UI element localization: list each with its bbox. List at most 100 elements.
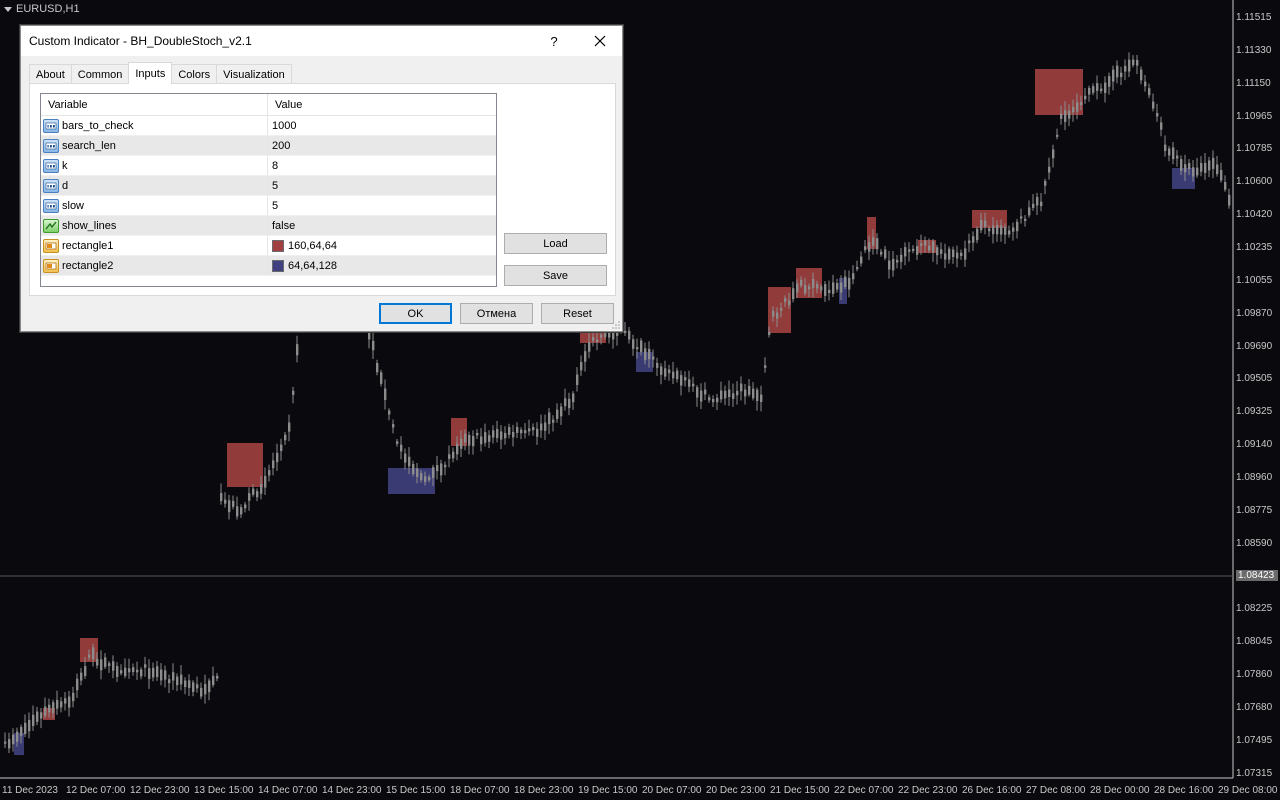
variable-cell: rectangle1: [41, 236, 268, 255]
time-tick-label: 22 Dec 23:00: [898, 785, 958, 796]
variable-cell: show_lines: [41, 216, 268, 235]
price-tick-label: 1.09325: [1236, 406, 1273, 418]
value-cell[interactable]: 160,64,64: [268, 236, 496, 255]
current-price-label: 1.08423: [1236, 570, 1278, 581]
price-tick-label: 1.11330: [1236, 44, 1272, 56]
time-tick-label: 28 Dec 16:00: [1154, 785, 1214, 796]
price-tick-label: 1.10965: [1236, 110, 1273, 122]
variable-name: search_len: [62, 139, 116, 152]
cancel-button[interactable]: Отмена: [460, 303, 533, 324]
variable-name: bars_to_check: [62, 119, 134, 132]
time-tick-label: 22 Dec 07:00: [834, 785, 894, 796]
dialog-titlebar[interactable]: Custom Indicator - BH_DoubleStoch_v2.1 ?: [21, 26, 622, 56]
price-tick-label: 1.10055: [1236, 274, 1273, 286]
variable-name: d: [62, 179, 69, 192]
time-tick-label: 14 Dec 07:00: [258, 785, 318, 796]
tab-visualization[interactable]: Visualization: [216, 64, 292, 84]
price-tick-label: 1.07680: [1236, 701, 1273, 713]
color-swatch[interactable]: [272, 239, 284, 252]
variable-name: rectangle2: [62, 259, 114, 272]
time-tick-label: 20 Dec 23:00: [706, 785, 766, 796]
variable-value: false: [272, 219, 296, 232]
variable-name: show_lines: [62, 219, 117, 232]
value-cell[interactable]: 1000: [268, 116, 496, 135]
indicator-dialog: Custom Indicator - BH_DoubleStoch_v2.1 ?…: [20, 25, 623, 332]
price-tick-label: 1.07495: [1236, 734, 1273, 746]
boolean-input-icon: [43, 218, 59, 233]
help-button[interactable]: ?: [532, 26, 576, 56]
price-tick-label: 1.08590: [1236, 537, 1273, 549]
value-cell[interactable]: 5: [268, 176, 496, 195]
resize-grip-icon[interactable]: [612, 321, 620, 329]
price-tick-label: 1.10785: [1236, 143, 1273, 155]
price-tick-label: 1.08775: [1236, 504, 1273, 516]
value-cell[interactable]: 5: [268, 196, 496, 215]
grid-body: bars_to_check 1000 search_len 200 k 8 d 5 slow 5 s…: [41, 116, 496, 276]
variable-value: 8: [272, 159, 279, 172]
column-header-variable[interactable]: Variable: [41, 94, 268, 115]
table-row[interactable]: search_len 200: [41, 136, 496, 156]
time-tick-label: 11 Dec 2023: [2, 785, 58, 796]
tab-colors[interactable]: Colors: [171, 64, 218, 84]
table-row[interactable]: show_lines false: [41, 216, 496, 236]
ok-button[interactable]: OK: [379, 303, 452, 324]
column-header-value[interactable]: Value: [268, 94, 496, 115]
close-button[interactable]: [578, 26, 622, 56]
variable-cell: rectangle2: [41, 256, 268, 275]
tab-about[interactable]: About: [29, 64, 72, 84]
value-cell[interactable]: 200: [268, 136, 496, 155]
price-tick-label: 1.10235: [1236, 241, 1273, 253]
price-tick-label: 1.07315: [1236, 767, 1273, 779]
variable-value: 64,64,128: [288, 259, 337, 272]
time-tick-label: 12 Dec 23:00: [130, 785, 190, 796]
color-swatch[interactable]: [272, 259, 284, 272]
price-tick-label: 1.09505: [1236, 373, 1273, 385]
reset-button[interactable]: Reset: [541, 303, 614, 324]
time-tick-label: 13 Dec 15:00: [194, 785, 254, 796]
symbol-label[interactable]: EURUSD,H1: [4, 3, 80, 15]
price-tick-label: 1.11150: [1236, 77, 1271, 89]
variable-cell: d: [41, 176, 268, 195]
value-cell[interactable]: 64,64,128: [268, 256, 496, 275]
table-row[interactable]: rectangle2 64,64,128: [41, 256, 496, 276]
time-tick-label: 26 Dec 16:00: [962, 785, 1022, 796]
variable-name: k: [62, 159, 68, 172]
price-tick-label: 1.07860: [1236, 669, 1273, 680]
price-tick-label: 1.08045: [1236, 636, 1273, 648]
time-tick-label: 21 Dec 15:00: [770, 785, 830, 796]
variable-value: 5: [272, 179, 279, 192]
time-tick-label: 29 Dec 08:00: [1218, 785, 1278, 796]
table-row[interactable]: d5: [41, 176, 496, 196]
save-button[interactable]: Save: [504, 265, 607, 286]
time-tick-label: 18 Dec 23:00: [514, 785, 574, 796]
time-tick-label: 20 Dec 07:00: [642, 785, 702, 796]
table-row[interactable]: k8: [41, 156, 496, 176]
symbol-text: EURUSD,H1: [16, 3, 80, 15]
tab-common[interactable]: Common: [70, 64, 130, 84]
tab-inputs[interactable]: Inputs: [128, 62, 173, 84]
variable-value: 160,64,64: [288, 239, 337, 252]
price-tick-label: 1.09870: [1236, 307, 1273, 319]
variable-cell: bars_to_check: [41, 116, 268, 135]
numeric-input-icon: [43, 178, 59, 193]
time-tick-label: 15 Dec 15:00: [386, 785, 446, 796]
table-row[interactable]: rectangle1 160,64,64: [41, 236, 496, 256]
variable-name: rectangle1: [62, 239, 114, 252]
table-row[interactable]: slow 5: [41, 196, 496, 216]
time-tick-label: 14 Dec 23:00: [322, 785, 382, 796]
price-tick-label: 1.08960: [1236, 471, 1273, 483]
load-button[interactable]: Load: [504, 233, 607, 254]
time-tick-label: 12 Dec 07:00: [66, 785, 126, 796]
variable-name: slow: [62, 199, 85, 212]
value-cell[interactable]: 8: [268, 156, 496, 175]
variable-value: 1000: [272, 119, 297, 132]
inputs-grid[interactable]: Variable Value bars_to_check 1000 search_l…: [40, 93, 497, 287]
table-row[interactable]: bars_to_check 1000: [41, 116, 496, 136]
price-tick-label: 1.11515: [1236, 12, 1272, 23]
numeric-input-icon: [43, 158, 59, 173]
variable-value: 5: [272, 199, 279, 212]
chevron-down-icon: [4, 6, 12, 12]
value-cell[interactable]: false: [268, 216, 496, 235]
time-tick-label: 18 Dec 07:00: [450, 785, 510, 796]
price-tick-label: 1.09140: [1236, 439, 1273, 451]
